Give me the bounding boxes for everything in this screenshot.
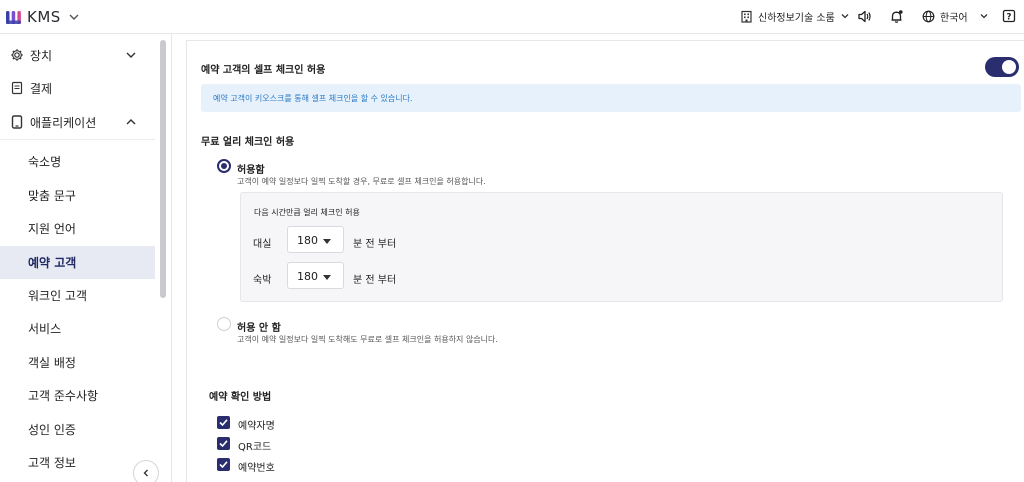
verification-title: 예약 확인 방법 (209, 392, 272, 403)
self-checkin-info-box: 예약 고객이 키오스크를 통해 셀프 체크인을 할 수 있습니다. (201, 84, 1021, 112)
check-icon (219, 419, 228, 427)
app-logo[interactable]: KMS (6, 8, 81, 26)
rental-label: 대실 (253, 239, 272, 250)
early-checkin-allow-label: 허용함 (237, 165, 265, 176)
sidebar-subitem-guest-rules[interactable]: 고객 준수사항 (0, 379, 155, 412)
chevron-down-icon (841, 14, 849, 19)
early-checkin-allow-radio[interactable] (217, 159, 231, 173)
early-checkin-title: 무료 얼리 체크인 허용 (201, 137, 295, 148)
rental-minutes-select[interactable]: 180 (287, 226, 344, 253)
sidebar-subitem-label: 지원 언어 (28, 222, 76, 236)
sidebar-item-label: 결제 (30, 82, 53, 96)
sidebar-scrollbar[interactable] (160, 40, 166, 298)
language-label: 한국어 (940, 12, 968, 24)
logo-icon (6, 10, 21, 24)
chevron-up-icon (126, 119, 136, 125)
notification-bell-icon[interactable] (886, 6, 906, 26)
caret-down-icon (323, 275, 331, 280)
verify-qr-label: QR코드 (238, 442, 272, 453)
verify-number-label: 예약번호 (238, 463, 275, 474)
chevron-down-icon (126, 52, 136, 58)
verify-qr-checkbox[interactable] (217, 437, 230, 450)
early-checkin-allow-desc: 고객이 예약 일정보다 일찍 도착할 경우, 무료로 셀프 체크인을 허용합니다… (237, 177, 486, 186)
main-panel: 예약 고객의 셀프 체크인 허용 예약 고객이 키오스크를 통해 셀프 체크인을… (186, 40, 1024, 482)
sidebar-divider (0, 139, 155, 140)
store-selector[interactable]: 신하정보기술 소룸 (740, 6, 850, 26)
sidebar-item-payment[interactable]: 결제 (0, 72, 155, 105)
top-bar: KMS 신하정보기술 소룸 한국어 ? (0, 0, 1024, 34)
sidebar-item-device[interactable]: 장치 (0, 39, 155, 72)
self-checkin-info-text: 예약 고객이 키오스크를 통해 셀프 체크인을 할 수 있습니다. (213, 94, 413, 103)
sidebar-subitem-adult-verification[interactable]: 성인 인증 (0, 413, 155, 446)
check-icon (219, 440, 228, 448)
stay-minutes-select[interactable]: 180 (287, 262, 344, 289)
sidebar-subitem-label: 예약 고객 (28, 256, 77, 270)
sidebar-subitem-label: 객실 배정 (28, 356, 76, 370)
early-checkin-time-box: 다음 시간만큼 얼리 체크인 허용 대실 180 분 전 부터 숙박 180 분… (240, 192, 1003, 302)
sidebar-subitem-walkin-guests[interactable]: 워크인 고객 (0, 279, 155, 312)
sidebar-subitem-guest-info[interactable]: 고객 정보 (0, 446, 155, 479)
language-selector[interactable]: 한국어 (922, 6, 989, 26)
receipt-icon (11, 81, 23, 95)
sidebar-subitem-supported-languages[interactable]: 지원 언어 (0, 212, 155, 245)
sidebar-subitem-label: 고객 정보 (28, 456, 76, 470)
sidebar-subitem-label: 서비스 (28, 322, 62, 336)
app-name: KMS (27, 8, 61, 26)
store-name: 신하정보기술 소룸 (758, 12, 835, 24)
sidebar-subitem-custom-text[interactable]: 맞춤 문구 (0, 179, 155, 212)
sidebar-item-label: 장치 (30, 49, 53, 63)
rental-suffix: 분 전 부터 (353, 239, 397, 250)
sidebar-subitem-label: 고객 준수사항 (28, 389, 99, 403)
verify-name-checkbox[interactable] (217, 416, 230, 429)
self-checkin-toggle[interactable] (985, 57, 1019, 77)
stay-suffix: 분 전 부터 (353, 275, 397, 286)
sidebar-subitem-label: 성인 인증 (28, 423, 76, 437)
chevron-down-icon[interactable] (67, 10, 81, 24)
select-value: 180 (297, 234, 318, 247)
verify-name-label: 예약자명 (238, 421, 275, 432)
sidebar-item-application[interactable]: 애플리케이션 (0, 106, 155, 139)
sidebar-subitem-label: 맞춤 문구 (28, 189, 76, 203)
stay-label: 숙박 (253, 275, 272, 286)
sidebar-subitem-label: 숙소명 (28, 155, 62, 169)
verify-number-checkbox[interactable] (217, 458, 230, 471)
early-checkin-deny-radio[interactable] (217, 317, 231, 331)
chevron-left-icon (143, 469, 148, 477)
sidebar-subitem-service[interactable]: 서비스 (0, 312, 155, 345)
self-checkin-title: 예약 고객의 셀프 체크인 허용 (201, 65, 326, 76)
check-icon (219, 461, 228, 469)
sidebar-subitem-label: 워크인 고객 (28, 289, 88, 303)
svg-text:?: ? (1007, 12, 1012, 22)
sidebar-subitem-reservation-guests[interactable]: 예약 고객 (0, 246, 155, 279)
sidebar-subitem-room-assignment[interactable]: 객실 배정 (0, 346, 155, 379)
sidebar-item-label: 애플리케이션 (30, 116, 97, 130)
gear-icon (11, 49, 23, 61)
sidebar-subitem-accommodation-name[interactable]: 숙소명 (0, 145, 155, 178)
chevron-down-icon (980, 14, 988, 19)
globe-icon (922, 10, 935, 22)
sidebar-collapse-button[interactable] (133, 460, 159, 482)
building-icon (741, 10, 752, 23)
caret-down-icon (323, 239, 331, 244)
early-checkin-deny-desc: 고객이 예약 일정보다 일찍 도착해도 무료로 셀프 체크인을 허용하지 않습니… (237, 335, 498, 344)
toggle-knob (1002, 60, 1016, 74)
early-checkin-deny-label: 허용 안 함 (237, 323, 281, 334)
select-value: 180 (297, 270, 318, 283)
sidebar: 장치 결제 애플리케이션 숙소명 맞춤 문구 지원 언어 예약 고객 워크인 고… (0, 34, 172, 482)
help-icon[interactable]: ? (999, 6, 1019, 26)
tablet-icon (11, 115, 23, 129)
early-checkin-box-header: 다음 시간만큼 얼리 체크인 허용 (254, 208, 360, 217)
speaker-icon[interactable] (854, 6, 874, 26)
